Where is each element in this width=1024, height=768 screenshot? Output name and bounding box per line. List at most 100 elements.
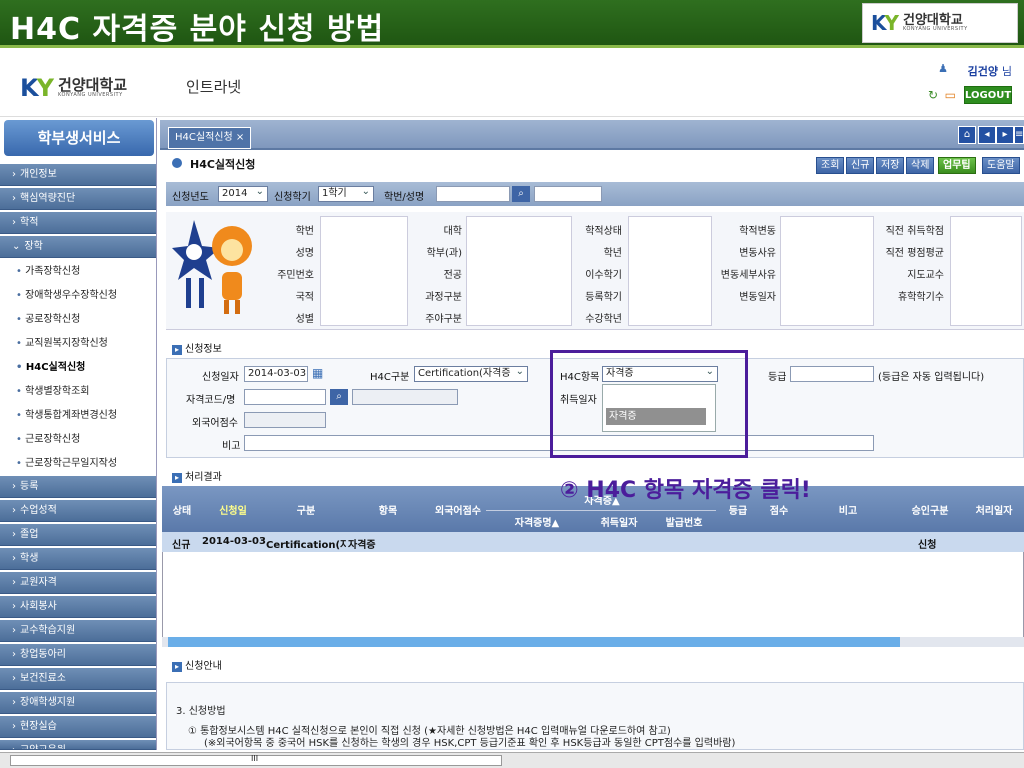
sidebar-item-academic[interactable]: 학적 (0, 212, 156, 234)
sidebar-item-competency[interactable]: 핵심역량진단 (0, 188, 156, 210)
sidebar-item[interactable]: 수업성적 (0, 500, 156, 522)
info-label: 지도교수 (907, 270, 944, 281)
user-suffix: 님 (1001, 65, 1012, 78)
logout-button[interactable]: LOGOUT (964, 86, 1012, 104)
sidebar: 학부생서비스 개인정보 핵심역량진단 학적 장학 가족장학신청 장애학생우수장학… (0, 118, 157, 750)
guide-heading: 3. 신청방법 (176, 706, 226, 717)
window-icon[interactable]: ▭ (945, 88, 956, 102)
info-value-box (950, 216, 1022, 326)
th-date[interactable]: 신청일 (204, 502, 262, 517)
info-label: 전공 (443, 270, 462, 281)
info-label: 성별 (295, 314, 314, 325)
apply-date-input[interactable]: 2014-03-03 (244, 366, 308, 382)
sub-item-h4c[interactable]: H4C실적신청 (0, 356, 156, 380)
grade-note: (등급은 자동 입력됩니다) (878, 372, 985, 383)
student-name-input[interactable] (534, 186, 602, 202)
cell-item: 자격증 (348, 540, 376, 551)
grade-input[interactable] (790, 366, 874, 382)
th-proc-date: 처리일자 (975, 506, 1013, 517)
prev-icon[interactable]: ◂ (978, 126, 996, 144)
sidebar-item[interactable]: 장애학생지원 (0, 692, 156, 714)
close-icon[interactable]: × (236, 132, 244, 143)
th-note: 비고 (838, 506, 858, 517)
sidebar-item[interactable]: 교수학습지원 (0, 620, 156, 642)
th-type: 구분 (296, 506, 316, 517)
info-label: 변동사유 (739, 248, 776, 259)
sub-item[interactable]: 근로장학근무일지작성 (0, 452, 156, 476)
section-guide-title: 신청안내 (172, 657, 222, 672)
student-label: 학번/성명 (384, 192, 425, 203)
app-logo[interactable]: KY 건양대학교 KONYANG UNIVERSITY (20, 74, 127, 102)
apply-date-label: 신청일자 (202, 372, 239, 383)
th-status: 상태 (172, 506, 192, 517)
cert-name-input (352, 389, 458, 405)
year-select[interactable]: 2014 (218, 185, 268, 202)
help-button[interactable]: 도움말 (982, 157, 1020, 174)
sidebar-item[interactable]: 교원자격 (0, 572, 156, 594)
year-label: 신청년도 (172, 192, 209, 203)
foreign-score-label: 외국어점수 (192, 418, 238, 429)
table-scroll-thumb[interactable] (168, 637, 900, 647)
sub-item[interactable]: 교직원복지장학신청 (0, 332, 156, 356)
term-select[interactable]: 1학기 (318, 185, 374, 202)
section-results-title: 처리결과 (172, 468, 222, 483)
th-cert-name[interactable]: 자격증명▲ (488, 514, 586, 529)
h-scroll-thumb[interactable]: III (10, 754, 502, 766)
tab-h4c[interactable]: H4C실적신청 × (168, 127, 252, 149)
info-label: 학적상태 (585, 226, 622, 237)
info-label: 직전 취득학점 (885, 226, 944, 237)
h4c-type-select[interactable]: Certification(자격증 (414, 366, 528, 382)
calendar-icon[interactable]: ▦ (312, 366, 323, 380)
sub-item[interactable]: 근로장학신청 (0, 428, 156, 452)
info-label: 이수학기 (585, 270, 622, 281)
term-label: 신청학기 (274, 192, 311, 203)
logo-mark: KY (871, 11, 899, 35)
info-label: 주야구분 (425, 314, 462, 325)
sidebar-item[interactable]: 교양교육원 (0, 740, 156, 750)
info-label: 변동일자 (739, 292, 776, 303)
sidebar-item[interactable]: 현장실습 (0, 716, 156, 738)
search-icon[interactable]: ⌕ (330, 389, 348, 405)
next-icon[interactable]: ▸ (996, 126, 1014, 144)
menu-icon[interactable]: ≡ (1014, 126, 1024, 144)
student-id-input[interactable] (436, 186, 510, 202)
sidebar-item[interactable]: 보건진료소 (0, 668, 156, 690)
sidebar-item[interactable]: 학생 (0, 548, 156, 570)
th-score: 점수 (769, 506, 789, 517)
tab-bar (160, 120, 1024, 150)
new-button[interactable]: 신규 (846, 157, 875, 174)
refresh-icon[interactable]: ↻ (928, 88, 938, 102)
info-label: 등록학기 (585, 292, 622, 303)
app-name: 인트라넷 (186, 78, 242, 96)
cert-code-label: 자격코드/명 (186, 395, 236, 406)
annotation-text: ② H4C 항목 자격증 클릭! (560, 478, 811, 503)
tips-button[interactable]: 업무팁 (938, 157, 976, 174)
info-label: 국적 (295, 292, 314, 303)
sidebar-item[interactable]: 사회봉사 (0, 596, 156, 618)
sidebar-item-personal[interactable]: 개인정보 (0, 164, 156, 186)
home-icon[interactable]: ⌂ (958, 126, 976, 144)
slide-title: H4C 자격증 분야 신청 방법 (10, 12, 385, 47)
delete-button[interactable]: 삭제 (906, 157, 935, 174)
save-button[interactable]: 저장 (876, 157, 905, 174)
cert-code-input[interactable] (244, 389, 326, 405)
info-label: 성명 (295, 248, 314, 259)
sub-item[interactable]: 장애학생우수장학신청 (0, 284, 156, 308)
app-header (0, 51, 1024, 117)
sidebar-item[interactable]: 등록 (0, 476, 156, 498)
sidebar-item[interactable]: 창업동아리 (0, 644, 156, 666)
th-foreign: 외국어점수 (435, 506, 481, 517)
cell-status: 신규 (172, 540, 191, 551)
sub-item[interactable]: 공로장학신청 (0, 308, 156, 332)
sub-item[interactable]: 가족장학신청 (0, 260, 156, 284)
sub-item[interactable]: 학생별장학조회 (0, 380, 156, 404)
info-label: 직전 평점평균 (885, 248, 944, 259)
user-name: 김건양 (967, 65, 998, 78)
info-label: 휴학학기수 (898, 292, 944, 303)
search-button[interactable]: 조회 (816, 157, 845, 174)
sub-item[interactable]: 학생통합계좌변경신청 (0, 404, 156, 428)
sidebar-item-scholarship[interactable]: 장학 (0, 236, 156, 258)
search-icon[interactable]: ⌕ (512, 186, 530, 202)
th-issue: 발급번호 (665, 518, 703, 529)
sidebar-item[interactable]: 졸업 (0, 524, 156, 546)
